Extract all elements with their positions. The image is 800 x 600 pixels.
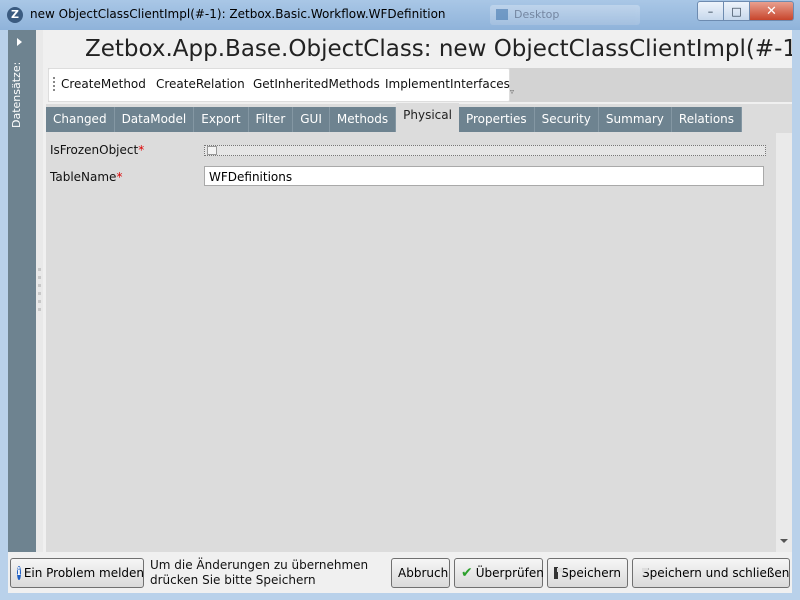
splitter-grip-icon: [38, 308, 41, 311]
implement-interfaces-button[interactable]: ImplementInterfaces: [385, 77, 510, 91]
verify-label: Überprüfen: [475, 566, 544, 580]
tab-datamodel[interactable]: DataModel: [114, 107, 195, 132]
required-marker: *: [116, 170, 123, 184]
window-title: new ObjectClassClientImpl(#-1): Zetbox.B…: [30, 7, 446, 21]
info-icon: i: [17, 566, 21, 580]
is-frozen-checkbox[interactable]: [207, 146, 217, 155]
save-and-close-button[interactable]: Speichern und schließen: [632, 558, 790, 588]
save-label: Speichern: [561, 566, 621, 580]
vertical-scrollbar[interactable]: [776, 133, 792, 552]
monitor-icon: [496, 9, 508, 20]
window-titlebar[interactable]: Z new ObjectClassClientImpl(#-1): Zetbox…: [0, 0, 800, 30]
is-frozen-label: IsFrozenObject*: [50, 143, 144, 157]
tab-relations[interactable]: Relations: [671, 107, 743, 132]
side-pane-label: Datensätze:: [10, 61, 23, 128]
tab-changed[interactable]: Changed: [46, 107, 115, 132]
save-button[interactable]: Speichern: [547, 558, 628, 588]
splitter-grip-icon: [38, 292, 41, 295]
verify-button[interactable]: ✔ Überprüfen: [454, 558, 544, 588]
background-window-label: Desktop: [514, 8, 560, 21]
save-and-close-label: Speichern und schließen: [642, 566, 790, 580]
checkmark-icon: ✔: [461, 565, 473, 581]
page-title: Zetbox.App.Base.ObjectClass: new ObjectC…: [85, 36, 792, 62]
tab-filter[interactable]: Filter: [248, 107, 294, 132]
splitter-grip-icon: [38, 268, 41, 271]
toolbar-overflow-icon[interactable]: ▿: [510, 88, 518, 96]
bottom-action-bar: i Ein Problem melden Um die Änderungen z…: [8, 554, 792, 593]
report-problem-button[interactable]: i Ein Problem melden: [10, 558, 144, 588]
tab-methods[interactable]: Methods: [329, 107, 397, 132]
background-window-thumbnail: Desktop: [490, 5, 640, 25]
save-hint-line-1: Um die Änderungen zu übernehmen: [150, 558, 369, 572]
cancel-button[interactable]: Abbruch: [391, 558, 450, 588]
splitter-grip-icon: [38, 300, 41, 303]
maximize-button[interactable]: □: [724, 1, 750, 21]
tab-gui[interactable]: GUI: [293, 107, 330, 132]
save-hint-text: Um die Änderungen zu übernehmen drücken …: [150, 558, 368, 588]
toolbar-grip-icon[interactable]: [53, 77, 55, 93]
tab-security[interactable]: Security: [534, 107, 599, 132]
get-inherited-methods-button[interactable]: GetInheritedMethods: [253, 77, 380, 91]
tab-properties[interactable]: Properties: [458, 107, 535, 132]
splitter-grip-icon: [38, 284, 41, 287]
tab-export[interactable]: Export: [194, 107, 249, 132]
app-icon: Z: [7, 7, 23, 23]
table-name-input[interactable]: WFDefinitions: [204, 166, 764, 186]
tab-strip: Changed DataModel Export Filter GUI Meth…: [46, 103, 743, 133]
cancel-label: Abbruch: [398, 566, 449, 580]
tab-summary[interactable]: Summary: [598, 107, 672, 132]
table-name-label: TableName*: [50, 170, 122, 184]
close-button[interactable]: ✕: [750, 1, 794, 21]
splitter-grip-icon: [38, 276, 41, 279]
window-controls: – □ ✕: [697, 1, 794, 21]
minimize-button[interactable]: –: [697, 1, 724, 21]
scroll-down-arrow-icon[interactable]: [780, 539, 788, 543]
window-client-area: Datensätze: Zetbox.App.Base.ObjectClass:…: [8, 30, 792, 593]
pane-splitter[interactable]: [36, 30, 43, 552]
create-method-button[interactable]: CreateMethod: [61, 77, 146, 91]
report-problem-label: Ein Problem melden: [23, 566, 145, 580]
physical-tab-content: IsFrozenObject* TableName* WFDefinitions: [46, 133, 792, 552]
is-frozen-checkbox-area[interactable]: [204, 145, 766, 156]
create-relation-button[interactable]: CreateRelation: [156, 77, 245, 91]
save-hint-line-2: drücken Sie bitte Speichern: [150, 573, 316, 587]
floppy-disk-icon: [554, 567, 564, 579]
action-toolbar: CreateMethod CreateRelation GetInherited…: [48, 68, 510, 102]
required-marker: *: [138, 143, 145, 157]
tab-physical[interactable]: Physical: [396, 103, 459, 132]
collapsed-side-pane[interactable]: Datensätze:: [8, 30, 36, 552]
is-frozen-label-text: IsFrozenObject: [50, 143, 139, 157]
table-name-label-text: TableName: [50, 170, 117, 184]
expand-arrow-icon[interactable]: [17, 38, 22, 46]
